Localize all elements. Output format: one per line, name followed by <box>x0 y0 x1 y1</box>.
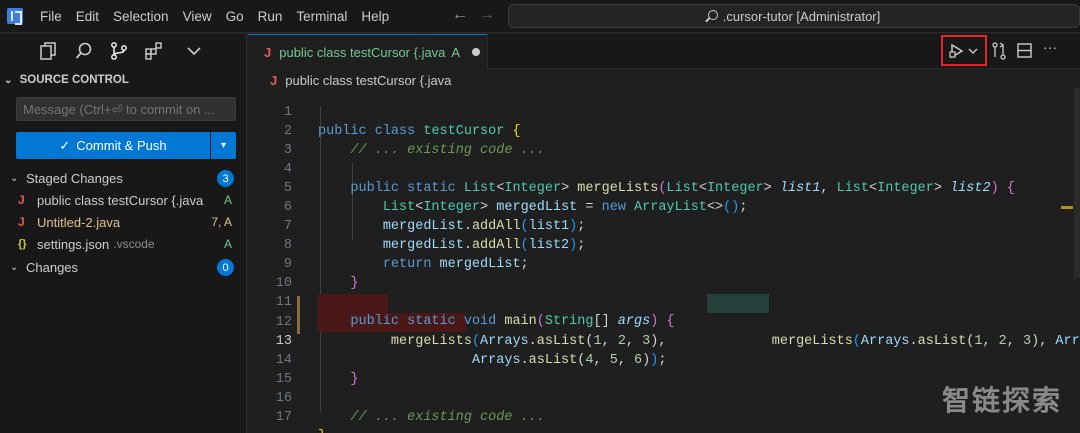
file-name: settings.json <box>37 236 110 252</box>
file-name: public class testCursor {.java <box>37 192 204 208</box>
changes-label: Changes <box>26 259 79 275</box>
more-actions-icon[interactable]: ··· <box>1043 39 1057 55</box>
file-status: A <box>223 193 232 207</box>
changes-count-badge: 0 <box>217 259 234 276</box>
java-file-icon: J <box>18 215 25 229</box>
menu-run[interactable]: Run <box>258 9 283 24</box>
code-line: 8 return mergedList; <box>248 217 1080 272</box>
back-arrow-icon[interactable]: ← <box>452 6 468 24</box>
check-icon: ✓ <box>59 137 71 153</box>
code-line: 6 mergedList.addAll(list1); <box>248 179 1080 234</box>
chevron-down-icon: ⌄ <box>10 261 19 273</box>
title-bar: File Edit Selection View Go Run Terminal… <box>0 0 1080 33</box>
menu-view[interactable]: View <box>183 9 212 24</box>
file-folder: .vscode <box>113 237 155 251</box>
code-line: 2 // ... existing code ... <box>248 103 1080 158</box>
code-line: 5 List<Integer> mergedList = new ArrayLi… <box>248 160 1080 215</box>
chevron-down-icon[interactable]: ⌄ <box>4 75 12 86</box>
extensions-icon[interactable] <box>144 41 164 61</box>
chevron-down-icon: ▾ <box>220 140 227 151</box>
unsaved-dot-icon[interactable] <box>472 48 481 56</box>
app-logo-icon <box>7 8 23 25</box>
staged-file-item[interactable]: J Untitled-2.java 7, A <box>0 211 246 233</box>
code-line: 12 mergeLists(Arrays.asList(1, 2, 3), me… <box>248 294 1080 349</box>
watermark: 智链探索 <box>941 384 1062 417</box>
file-name: Untitled-2.java <box>37 214 121 230</box>
staged-count-badge: 3 <box>217 170 234 187</box>
tab-title: public class testCursor {.java <box>279 44 446 60</box>
chevron-down-icon[interactable] <box>184 41 204 61</box>
code-line: 7 mergedList.addAll(list2); <box>248 198 1080 253</box>
commit-dropdown-button[interactable]: ▾ <box>211 132 236 159</box>
search-view-icon[interactable] <box>74 41 94 61</box>
json-file-icon: {} <box>18 238 27 250</box>
forward-arrow-icon[interactable]: → <box>479 6 495 24</box>
code-line: 10 <box>248 255 1080 291</box>
source-control-header: ⌄ SOURCE CONTROL <box>4 74 129 86</box>
staged-changes-group[interactable]: ⌄ Staged Changes 3 <box>0 167 246 189</box>
staged-changes-label: Staged Changes <box>26 170 123 186</box>
menu-edit[interactable]: Edit <box>76 9 99 24</box>
tab-status: A <box>451 44 461 60</box>
java-file-icon: J <box>264 44 272 60</box>
code-line: 14 } <box>248 332 1080 387</box>
explorer-icon[interactable] <box>38 41 58 61</box>
code-line: 1 public class testCursor { <box>248 88 1080 139</box>
file-status: A <box>223 237 232 251</box>
menu-bar: File Edit Selection View Go Run Terminal… <box>40 0 403 33</box>
breadcrumb: J public class testCursor {.java <box>248 70 1080 90</box>
menu-help[interactable]: Help <box>361 9 389 24</box>
code-line: 4 public static List<Integer> mergeLists… <box>248 141 1080 196</box>
chevron-down-icon: ⌄ <box>10 172 19 184</box>
commit-message-input[interactable] <box>16 97 236 121</box>
code-line: 9 } <box>248 236 1080 291</box>
commit-push-button[interactable]: ✓ Commit & Push <box>16 132 210 159</box>
menu-go[interactable]: Go <box>226 9 244 24</box>
sidebar: ⌄ SOURCE CONTROL ✓ Commit & Push ▾ ⌄ Sta… <box>0 34 247 433</box>
search-label: .cursor-tutor [Administrator] <box>722 8 881 24</box>
code-line: 13 Arrays.asList(4, 5, 6)); <box>248 313 1080 368</box>
code-line: 11 public static void main(String[] args… <box>248 274 1080 329</box>
line-number: 17 <box>275 410 292 425</box>
code-line: 15 <box>248 351 1080 387</box>
split-editor-icon[interactable] <box>1017 43 1032 58</box>
command-center-search[interactable]: .cursor-tutor [Administrator] <box>508 4 1080 28</box>
changes-group[interactable]: ⌄ Changes 0 <box>0 256 246 278</box>
run-button-highlight <box>941 35 987 66</box>
commit-push-label: Commit & Push <box>76 138 167 153</box>
search-icon <box>707 10 718 20</box>
breadcrumb-file[interactable]: public class testCursor {.java <box>285 73 451 88</box>
menu-terminal[interactable]: Terminal <box>296 9 347 24</box>
java-file-icon: J <box>18 193 25 207</box>
editor-tab[interactable]: J public class testCursor {.java A <box>248 34 488 69</box>
staged-file-item[interactable]: {} settings.json .vscode A <box>0 233 246 255</box>
menu-selection[interactable]: Selection <box>113 9 169 24</box>
source-control-title: SOURCE CONTROL <box>19 74 129 86</box>
java-file-icon: J <box>270 72 278 88</box>
code-line: 3 <box>248 122 1080 158</box>
activity-bar <box>0 34 247 69</box>
file-status: 7, A <box>211 215 232 229</box>
source-control-icon[interactable] <box>109 41 129 61</box>
compare-changes-icon[interactable] <box>991 42 1007 60</box>
menu-file[interactable]: File <box>40 9 62 24</box>
staged-file-item[interactable]: J public class testCursor {.java A <box>0 189 246 211</box>
